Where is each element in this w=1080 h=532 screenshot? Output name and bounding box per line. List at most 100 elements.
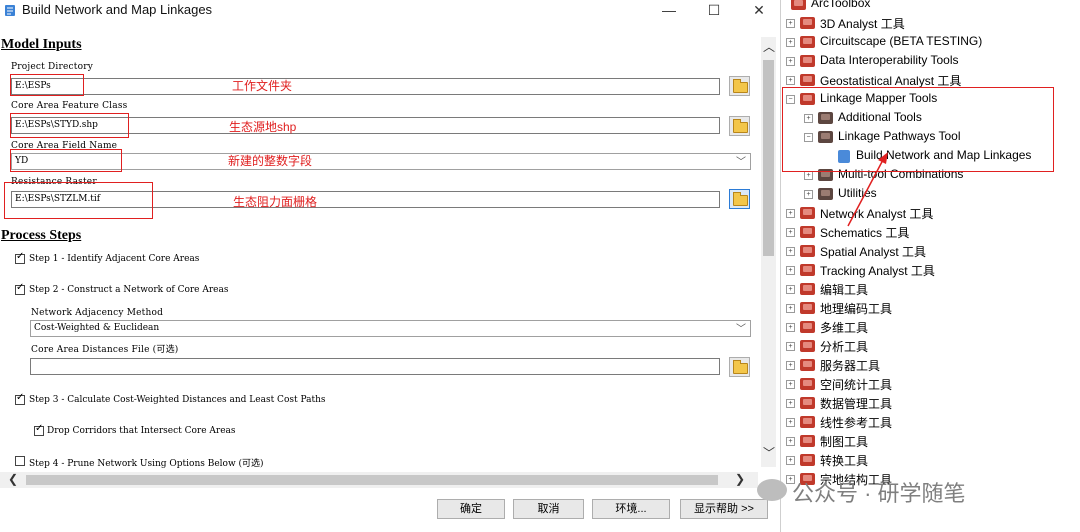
chevron-down-icon: ﹀	[736, 324, 746, 335]
scroll-up-icon[interactable]: ︿	[763, 38, 775, 55]
folder-icon	[733, 360, 748, 374]
expand-plus-icon[interactable]: +	[786, 418, 795, 427]
expand-plus-icon[interactable]: +	[786, 304, 795, 313]
scroll-down-icon[interactable]: ﹀	[763, 444, 775, 461]
horizontal-scroll-thumb[interactable]	[26, 475, 718, 485]
annotation-resistance: 生态阻力面栅格	[233, 195, 318, 209]
expand-plus-icon[interactable]: +	[804, 171, 813, 180]
expand-plus-icon[interactable]: +	[786, 285, 795, 294]
tree-item-label: 转换工具	[820, 454, 869, 468]
expand-plus-icon[interactable]: +	[786, 19, 795, 28]
environments-button[interactable]: 环境...	[592, 499, 670, 519]
distances-input[interactable]	[30, 358, 720, 375]
tree-item-label: 3D Analyst 工具	[820, 17, 905, 31]
expand-plus-icon[interactable]: +	[786, 247, 795, 256]
title-bar: Build Network and Map Linkages — ☐ ✕	[0, 0, 780, 20]
annotation-source-shp: 生态源地shp	[229, 120, 297, 134]
expand-plus-icon[interactable]: +	[786, 323, 795, 332]
vertical-scroll-thumb[interactable]	[763, 60, 774, 256]
show-help-button[interactable]: 显示帮助 >>	[680, 499, 768, 519]
toolbox-icon	[800, 283, 815, 295]
toolbox-icon	[800, 397, 815, 409]
maximize-button[interactable]: ☐	[691, 0, 737, 20]
drop-corridors-checkbox[interactable]	[34, 423, 44, 436]
annotation-box-3	[10, 149, 122, 172]
toolbox-icon	[800, 36, 815, 48]
expand-plus-icon[interactable]: +	[786, 399, 795, 408]
toolbox-icon	[800, 416, 815, 428]
resistance-browse-button[interactable]	[729, 189, 750, 209]
scroll-right-icon[interactable]: ❯	[735, 472, 745, 486]
tree-item-label: 地理编码工具	[820, 302, 893, 316]
toolbox-icon	[800, 359, 815, 371]
expand-plus-icon[interactable]: +	[786, 266, 795, 275]
step1-label: Step 1 - Identify Adjacent Core Areas	[29, 254, 200, 264]
annotation-box-2	[10, 113, 129, 138]
tree-item-label: 空间统计工具	[820, 378, 893, 392]
core-fc-label: Core Area Feature Class	[11, 101, 128, 111]
step3-checkbox[interactable]	[15, 392, 25, 405]
tool-script-icon	[5, 5, 15, 16]
folder-icon	[733, 119, 748, 133]
process-steps-heading: Process Steps	[1, 228, 82, 243]
toolbox-icon	[800, 454, 815, 466]
toolbox-icon	[800, 245, 815, 257]
cancel-button[interactable]: 取消	[513, 499, 584, 519]
expand-plus-icon[interactable]: +	[786, 437, 795, 446]
annotation-box-tree	[782, 87, 1054, 172]
toolbox-icon	[800, 74, 815, 86]
adjacency-label: Network Adjacency Method	[31, 308, 164, 318]
core-field-dropdown[interactable]: YD ﹀	[11, 153, 751, 170]
scroll-left-icon[interactable]: ❮	[8, 472, 18, 486]
tree-item-label: 服务器工具	[820, 359, 881, 373]
toolbox-icon	[791, 0, 806, 10]
toolbox-icon	[800, 321, 815, 333]
expand-plus-icon[interactable]: +	[786, 76, 795, 85]
expand-plus-icon[interactable]: +	[786, 361, 795, 370]
expand-plus-icon[interactable]: +	[786, 38, 795, 47]
step2-checkbox[interactable]	[15, 282, 25, 295]
folder-icon	[733, 192, 748, 206]
model-inputs-heading: Model Inputs	[1, 37, 82, 52]
core-fc-browse-button[interactable]	[729, 116, 750, 136]
minimize-button[interactable]: —	[646, 0, 692, 20]
expand-plus-icon[interactable]: +	[786, 342, 795, 351]
adjacency-dropdown[interactable]: Cost-Weighted & Euclidean ﹀	[30, 320, 751, 337]
project-dir-input[interactable]: E:\ESPs	[11, 78, 720, 95]
expand-plus-icon[interactable]: +	[786, 456, 795, 465]
step2-label: Step 2 - Construct a Network of Core Are…	[29, 285, 229, 295]
folder-icon	[733, 79, 748, 93]
distances-browse-button[interactable]	[729, 357, 750, 377]
toolbox-icon	[800, 17, 815, 29]
project-dir-label: Project Directory	[11, 62, 93, 72]
dialog-title: Build Network and Map Linkages	[22, 2, 213, 17]
tree-root-label: ArcToolbox	[811, 0, 871, 10]
toolbox-icon	[800, 302, 815, 314]
step1-checkbox[interactable]	[15, 251, 25, 264]
annotation-box-4	[4, 182, 153, 219]
ok-button[interactable]: 确定	[437, 499, 505, 519]
expand-plus-icon[interactable]: +	[786, 57, 795, 66]
step4-checkbox[interactable]	[15, 456, 25, 466]
tree-item-label: 数据管理工具	[820, 397, 893, 411]
annotation-int-field: 新建的整数字段	[228, 154, 313, 168]
tree-item-label: Tracking Analyst 工具	[820, 264, 935, 278]
expand-plus-icon[interactable]: +	[804, 190, 813, 199]
wechat-icon	[757, 479, 787, 501]
adjacency-value: Cost-Weighted & Euclidean	[34, 323, 160, 333]
tool-dialog: Build Network and Map Linkages — ☐ ✕ Mod…	[0, 0, 781, 532]
close-button[interactable]: ✕	[736, 0, 782, 20]
expand-plus-icon[interactable]: +	[786, 380, 795, 389]
tree-item-label: 编辑工具	[820, 283, 869, 297]
project-dir-browse-button[interactable]	[729, 76, 750, 96]
tree-item-label: 制图工具	[820, 435, 869, 449]
tree-item-label: 分析工具	[820, 340, 869, 354]
tree-item-label: Data Interoperability Tools	[820, 53, 959, 67]
toolbox-icon	[800, 207, 815, 219]
expand-plus-icon[interactable]: +	[786, 228, 795, 237]
drop-corridors-label: Drop Corridors that Intersect Core Areas	[47, 426, 236, 436]
chevron-down-icon: ﹀	[736, 157, 746, 168]
expand-plus-icon[interactable]: +	[786, 209, 795, 218]
toolset-icon	[818, 188, 833, 200]
annotation-arrow-icon	[847, 152, 888, 227]
